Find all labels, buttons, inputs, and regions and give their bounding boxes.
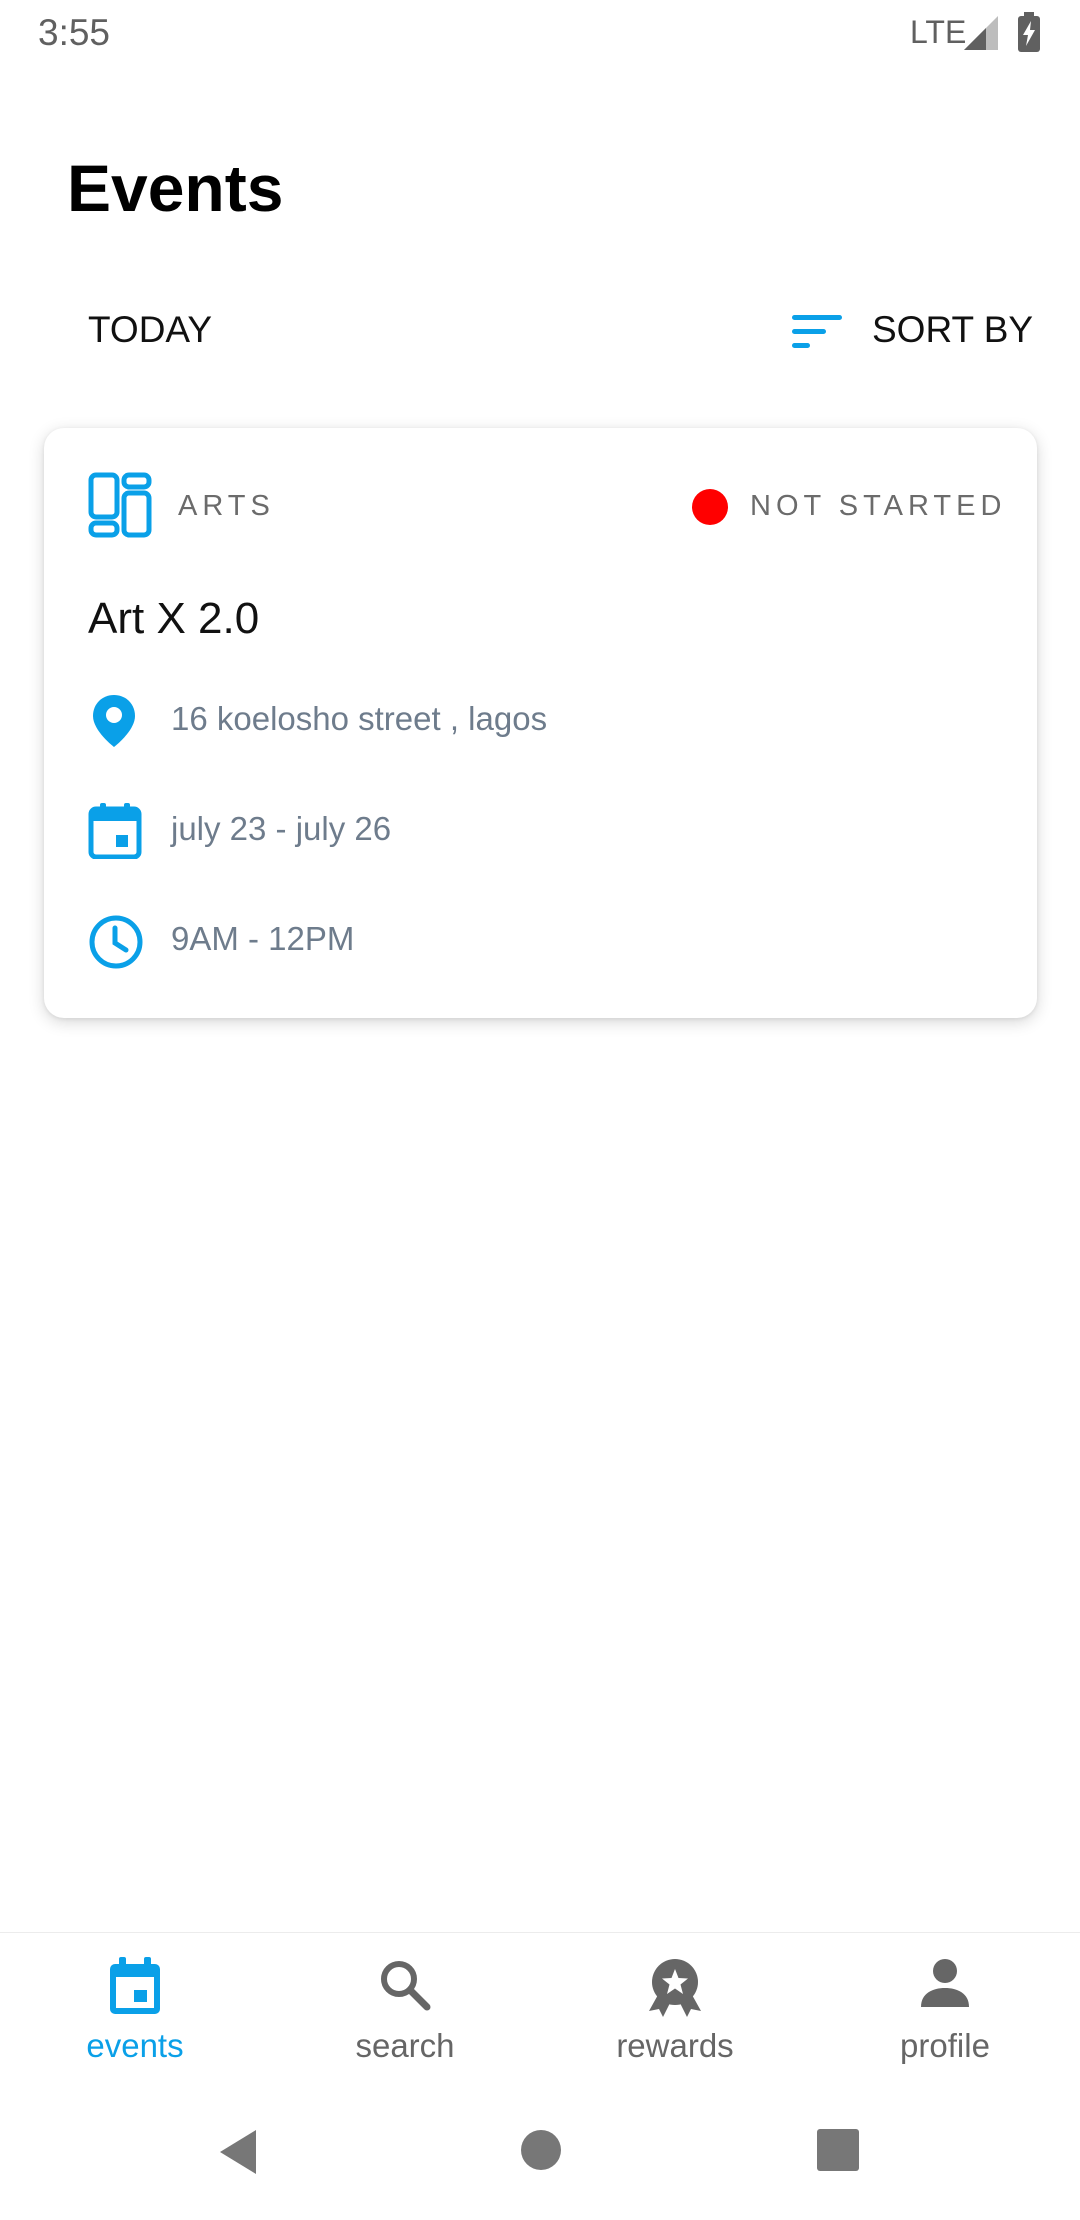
person-icon xyxy=(921,1959,969,2007)
today-filter-button[interactable]: TODAY xyxy=(88,309,212,351)
page-title: Events xyxy=(67,151,284,225)
event-dates: july 23 - july 26 xyxy=(171,810,392,847)
event-title: Art X 2.0 xyxy=(88,594,260,643)
event-location: 16 koelosho street , lagos xyxy=(171,700,548,737)
event-time: 9AM - 12PM xyxy=(171,920,355,957)
network-type: LTE xyxy=(910,14,967,50)
status-bar: 3:55 LTE xyxy=(0,0,1080,68)
system-navigation-bar xyxy=(0,2082,1080,2220)
sort-by-button[interactable]: SORT BY xyxy=(872,309,1033,351)
recents-icon[interactable] xyxy=(816,2128,860,2172)
nav-item-events[interactable]: events xyxy=(0,1933,270,2083)
clock-icon xyxy=(89,915,143,969)
nav-label-search: search xyxy=(355,2027,455,2064)
nav-label-profile: profile xyxy=(900,2027,990,2064)
nav-item-rewards[interactable]: rewards xyxy=(540,1933,810,2083)
home-icon[interactable] xyxy=(519,2128,563,2172)
bottom-navigation: events search rewards profile xyxy=(0,1932,1080,2082)
nav-label-events: events xyxy=(86,2027,184,2064)
award-icon xyxy=(649,1959,701,2017)
status-indicator-dot xyxy=(692,489,728,525)
nav-item-profile[interactable]: profile xyxy=(810,1933,1080,2083)
calendar-icon xyxy=(88,803,142,859)
status-time: 3:55 xyxy=(38,12,111,53)
event-category: ARTS xyxy=(178,490,275,522)
location-pin-icon xyxy=(93,695,135,747)
category-dashboard-icon xyxy=(88,472,152,538)
nav-item-search[interactable]: search xyxy=(270,1933,540,2083)
signal-icon xyxy=(964,16,998,50)
event-card[interactable]: ARTS NOT STARTED Art X 2.0 16 koelosho s… xyxy=(44,428,1037,1018)
calendar-icon xyxy=(110,1957,160,2014)
nav-label-rewards: rewards xyxy=(616,2027,734,2064)
event-status: NOT STARTED xyxy=(750,490,1007,522)
back-icon[interactable] xyxy=(216,2128,260,2176)
battery-icon xyxy=(1018,12,1040,52)
sort-icon[interactable] xyxy=(790,312,844,350)
search-icon xyxy=(381,1961,431,2011)
